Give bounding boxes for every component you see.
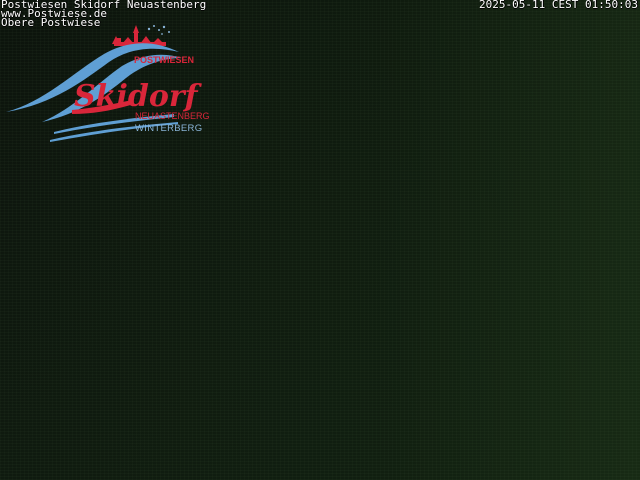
logo-subtitle-neuastenberg: NEUASTENBERG: [135, 111, 210, 121]
logo-top-text: POSTWIESEN: [134, 55, 195, 65]
timestamp: 2025-05-11 CEST 01:50:03: [479, 0, 638, 11]
webcam-frame: Postwiesen Skidorf Neuastenberg www.Post…: [0, 0, 640, 480]
logo-subtitle-winterberg: WINTERBERG: [135, 123, 203, 134]
village-icon: [112, 25, 170, 46]
logo-main-text: Skidorf: [74, 79, 198, 114]
skidorf-logo: POSTWIESEN Skidorf NEUASTENBERG WINTERBE…: [4, 22, 214, 146]
